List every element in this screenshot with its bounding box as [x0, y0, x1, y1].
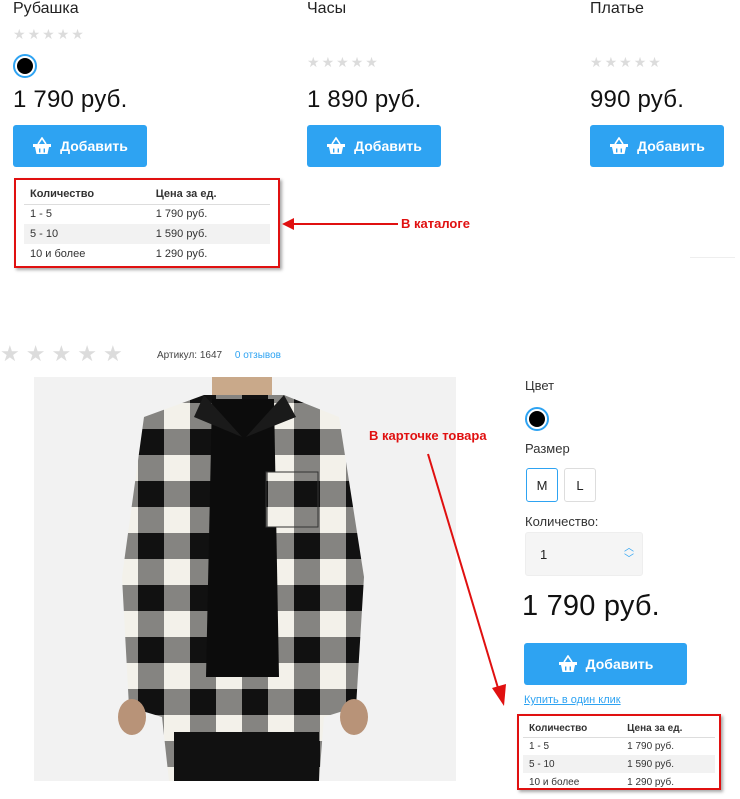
tier-price: 1 590 руб. [149, 224, 270, 244]
product-tier-table-box: Количество Цена за ед. 1 - 5 1 790 руб. … [517, 714, 721, 790]
basket-icon [32, 137, 52, 155]
article-value: 1647 [199, 350, 223, 361]
star-icon: ★ [619, 54, 632, 70]
tier-qty: 5 - 10 [24, 224, 150, 244]
card-price: 1 890 руб. [307, 86, 422, 113]
product-tier-table: Количество Цена за ед. 1 - 5 1 790 руб. … [523, 720, 715, 791]
tier-qty: 1 - 5 [30, 208, 53, 221]
divider [690, 257, 735, 258]
card-title-watch[interactable]: Часы [307, 0, 346, 18]
tier-price: 1 790 руб. [155, 208, 208, 221]
star-icon: ★ [604, 54, 618, 70]
star-icon: ★ [51, 341, 72, 366]
tier-price: 1 790 руб. [627, 740, 674, 752]
star-icon: ★ [633, 54, 647, 70]
chevron-up-icon[interactable]: ︿ [624, 543, 634, 554]
quantity-label: Количество: [525, 514, 599, 529]
tier-qty: 10 и более [30, 248, 86, 260]
annotation-catalog: В каталоге [401, 216, 471, 231]
star-icon: ★ [307, 54, 320, 70]
table-row: 1 - 5 1 790 руб. [523, 737, 715, 755]
product-price: 1 790 руб. [522, 590, 660, 622]
card-price: 990 руб. [590, 86, 685, 113]
star-icon: ★ [336, 54, 349, 70]
star-icon: ★ [25, 341, 46, 366]
star-icon: ★ [13, 26, 26, 42]
star-icon: ★ [365, 54, 378, 70]
buy-one-click-link[interactable]: Купить в один клик [524, 694, 621, 706]
arrow-icon [427, 453, 506, 706]
add-label: Добавить [354, 138, 422, 154]
rating-stars: ★ ★ ★ ★ ★ [590, 55, 661, 69]
star-icon: ★ [648, 54, 661, 70]
annotation-product-card: В карточке товара [369, 428, 487, 443]
star-icon: ★ [71, 26, 84, 42]
star-icon: ★ [0, 341, 20, 366]
color-label: Цвет [525, 378, 555, 393]
star-icon: ★ [77, 341, 97, 366]
arrow-icon [282, 218, 398, 230]
add-label: Добавить [60, 138, 128, 154]
tier-price: 1 290 руб. [627, 776, 674, 788]
add-to-cart-button[interactable]: Добавить [307, 125, 441, 167]
tier-header-qty: Количество [24, 184, 150, 205]
star-icon: ★ [56, 26, 70, 42]
add-label: Добавить [637, 138, 705, 154]
quantity-stepper[interactable]: 1 ︿ ﹀ [525, 532, 643, 576]
catalog-tier-table: Количество Цена за ед. 1 - 5 1 790 руб. … [24, 184, 270, 264]
basket-icon [558, 655, 578, 673]
star-icon: ★ [102, 341, 123, 366]
product-meta: Артикул: 1647 0 отзывов [157, 350, 281, 361]
star-icon: ★ [590, 54, 603, 70]
table-row: 10 и более 1 290 руб. [24, 244, 270, 264]
card-price: 1 790 руб. [13, 86, 128, 113]
tier-header-qty: Количество [523, 720, 622, 738]
tier-header-price: Цена за ед. [621, 720, 715, 738]
table-row: 1 - 5 1 790 руб. [24, 204, 270, 224]
table-row: 10 и более 1 290 руб. [523, 773, 715, 791]
add-label: Добавить [585, 656, 654, 672]
add-to-cart-button[interactable]: Добавить [524, 643, 687, 685]
size-label: Размер [525, 441, 570, 456]
add-to-cart-button[interactable]: Добавить [13, 125, 147, 167]
card-title-dress[interactable]: Платье [590, 0, 644, 18]
size-option-l[interactable]: L [564, 468, 596, 502]
star-icon: ★ [27, 26, 41, 42]
tier-qty: 10 и более [529, 776, 580, 788]
basket-icon [326, 137, 346, 155]
color-swatch-black[interactable] [13, 54, 37, 78]
star-icon: ★ [350, 54, 364, 70]
rating-stars: ★ ★ ★ ★ ★ [307, 55, 378, 69]
add-to-cart-button[interactable]: Добавить [590, 125, 724, 167]
article-label: Артикул: [157, 350, 198, 361]
card-title-shirt[interactable]: Рубашка [13, 0, 79, 18]
tier-qty: 5 - 10 [523, 755, 622, 773]
size-option-m[interactable]: M [526, 468, 558, 502]
basket-icon [609, 137, 629, 155]
rating-stars: ★ ★ ★ ★ ★ [13, 27, 84, 41]
tier-qty: 1 - 5 [529, 740, 550, 752]
table-row: 5 - 10 1 590 руб. [24, 224, 270, 244]
reviews-link[interactable]: 0 отзывов [235, 350, 281, 361]
star-icon: ★ [42, 26, 55, 42]
tier-price: 1 290 руб. [155, 248, 208, 260]
product-rating-stars: ★ ★ ★ ★ ★ [0, 343, 123, 365]
table-row: 5 - 10 1 590 руб. [523, 755, 715, 773]
color-swatch-black[interactable] [525, 407, 549, 431]
chevron-down-icon[interactable]: ﹀ [624, 554, 634, 565]
star-icon: ★ [321, 54, 335, 70]
tier-header-price: Цена за ед. [149, 184, 270, 205]
quantity-value[interactable]: 1 [540, 547, 547, 562]
tier-price: 1 590 руб. [621, 755, 715, 773]
catalog-tier-table-box: Количество Цена за ед. 1 - 5 1 790 руб. … [14, 178, 280, 268]
